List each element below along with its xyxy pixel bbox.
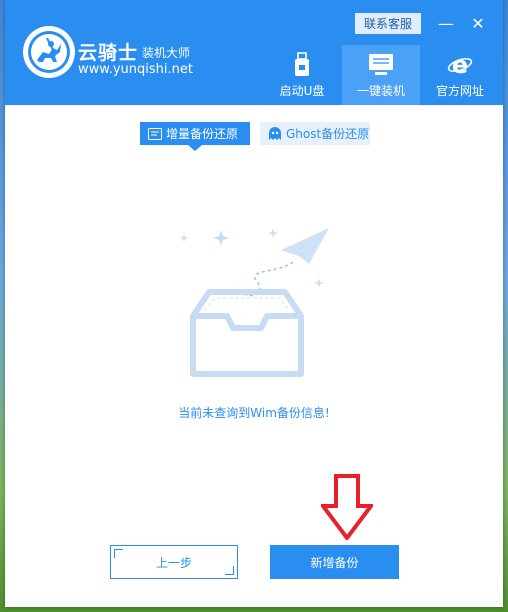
brand-subtitle: 装机大师 (142, 46, 191, 60)
ghost-icon (268, 126, 282, 141)
brand-name: 云骑士 (78, 42, 139, 64)
brand-url: www.yunqishi.net (78, 62, 193, 77)
computer-install-icon (368, 51, 394, 79)
empty-tray-illustration (180, 224, 331, 388)
svg-text:e: e (452, 52, 468, 78)
tab-one-click-install-label: 一键装机 (356, 84, 405, 98)
tab-one-click-install[interactable]: 一键装机 (342, 45, 420, 105)
contact-support-button[interactable]: 联系客服 (355, 13, 421, 34)
backup-card-icon (148, 127, 162, 140)
tab-boot-usb[interactable]: 启动U盘 (263, 45, 341, 105)
ie-browser-icon: e (447, 51, 473, 79)
tab-boot-usb-label: 启动U盘 (279, 84, 325, 98)
subtab-ghost-backup[interactable]: Ghost备份还原 (260, 122, 370, 145)
corner-decoration (225, 566, 234, 575)
title-bar: 云骑士 装机大师 www.yunqishi.net 联系客服 — ✕ 启动U盘 (5, 0, 503, 105)
subtab-incremental-backup[interactable]: 增量备份还原 (140, 122, 250, 151)
installer-window: 云骑士 装机大师 www.yunqishi.net 联系客服 — ✕ 启动U盘 (5, 0, 503, 607)
tab-official-site-label: 官方网址 (435, 84, 484, 98)
knight-logo-icon (23, 26, 75, 78)
subtab-incremental-backup-label: 增量备份还原 (166, 127, 239, 141)
new-backup-button[interactable]: 新增备份 (270, 545, 399, 579)
close-icon[interactable]: ✕ (467, 13, 489, 33)
minimize-icon[interactable]: — (435, 13, 457, 33)
previous-step-button[interactable]: 上一步 (110, 545, 238, 579)
empty-state-message: 当前未查询到Wim备份信息! (178, 406, 330, 420)
subtab-ghost-backup-label: Ghost备份还原 (286, 127, 370, 141)
new-backup-label: 新增备份 (310, 555, 359, 570)
previous-step-label: 上一步 (155, 555, 192, 570)
corner-decoration (114, 549, 123, 558)
usb-drive-icon (293, 51, 311, 79)
down-arrow-annotation-icon (319, 474, 375, 544)
tab-official-site[interactable]: e 官方网址 (421, 45, 499, 105)
